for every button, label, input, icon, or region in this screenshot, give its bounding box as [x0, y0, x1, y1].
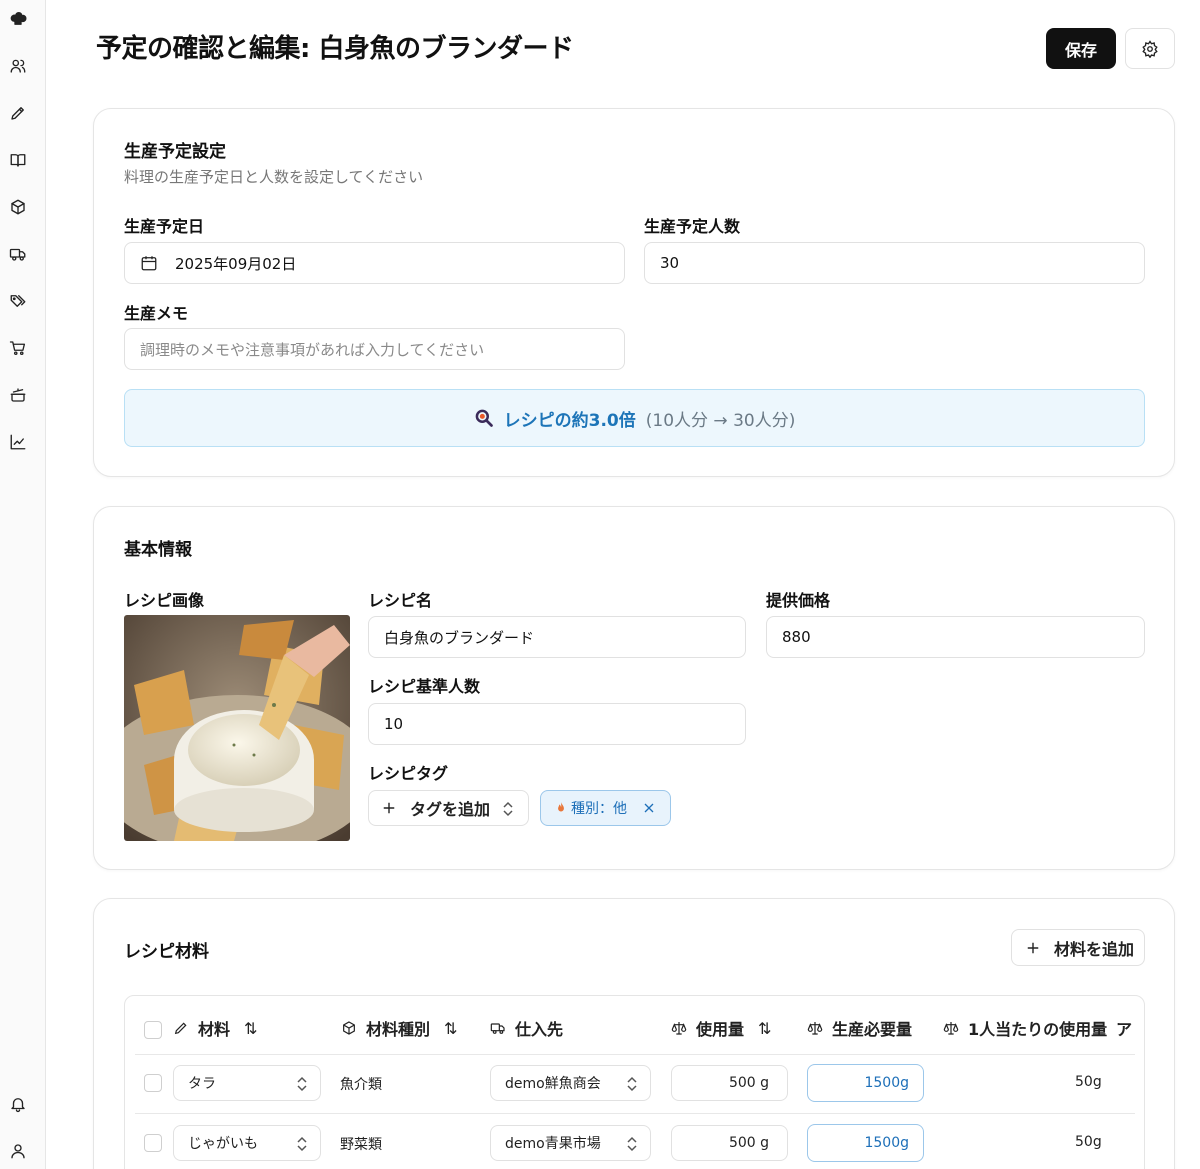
tags-icon[interactable]: [7, 290, 29, 312]
per-person-cell: 50g: [1075, 1074, 1102, 1090]
recipe-name-input[interactable]: 白身魚のブランダード: [368, 616, 746, 658]
chef-hat-icon[interactable]: [7, 8, 29, 30]
add-material-button[interactable]: 材料を追加: [1011, 929, 1145, 966]
row-checkbox[interactable]: [144, 1134, 162, 1152]
col-supplier[interactable]: 仕入先: [490, 1016, 563, 1040]
search-icon: [475, 409, 493, 427]
col-category[interactable]: 材料種別 ⇅: [341, 1016, 457, 1040]
base-people-input[interactable]: 10: [368, 703, 746, 745]
basic-card-title: 基本情報: [124, 540, 192, 560]
required-amount[interactable]: 1500g: [807, 1064, 924, 1102]
add-material-label: 材料を追加: [1054, 939, 1135, 959]
col-amount[interactable]: 使用量 ⇅: [671, 1016, 771, 1040]
people-input[interactable]: 30: [644, 242, 1145, 284]
truck-icon: [490, 1023, 505, 1034]
date-label: 生産予定日: [124, 217, 205, 236]
cart-icon[interactable]: [7, 337, 29, 359]
memo-placeholder: 調理時のメモや注意事項があれば入力してください: [140, 340, 485, 359]
required-amount[interactable]: 1500g: [807, 1124, 924, 1162]
scale-icon: [807, 1022, 823, 1035]
materials-card: レシピ材料 材料を追加 材料 ⇅ 材料種別 ⇅ 仕入先 使用量 ⇅ 生産必要量: [93, 898, 1175, 1169]
people-value: 30: [660, 254, 680, 272]
people-label: 生産予定人数: [644, 217, 741, 236]
add-tag-label: タグを追加: [410, 800, 491, 819]
bell-icon[interactable]: [7, 1093, 29, 1115]
scale-detail: (10人分 → 30人分): [645, 410, 796, 431]
name-label: レシピ名: [368, 591, 433, 610]
sort-icon[interactable]: ⇅: [758, 1019, 771, 1038]
price-input[interactable]: 880: [766, 616, 1145, 658]
memo-input[interactable]: 調理時のメモや注意事項があれば入力してください: [124, 328, 625, 370]
calendar-icon: [141, 256, 157, 271]
settings-button[interactable]: [1125, 28, 1175, 69]
category-cell: 魚介類: [340, 1077, 382, 1093]
materials-card-title: レシピ材料: [124, 942, 209, 962]
price-label: 提供価格: [766, 591, 831, 610]
chart-icon[interactable]: [7, 431, 29, 453]
base-people-label: レシピ基準人数: [368, 677, 481, 696]
materials-table: 材料 ⇅ 材料種別 ⇅ 仕入先 使用量 ⇅ 生産必要量 1人当たりの使用量 ア: [124, 995, 1145, 1169]
date-value: 2025年09月02日: [175, 254, 297, 273]
base-people-value: 10: [384, 715, 404, 733]
supplier-select[interactable]: demo鮮魚商会: [490, 1065, 651, 1101]
flame-icon: [558, 802, 564, 812]
book-icon[interactable]: [7, 149, 29, 171]
box-icon: [343, 1021, 355, 1035]
save-button[interactable]: 保存: [1046, 28, 1116, 69]
pot-icon[interactable]: [7, 384, 29, 406]
users-icon[interactable]: [7, 55, 29, 77]
gear-icon: [1142, 39, 1158, 58]
chevron-updown-icon: [627, 1136, 637, 1152]
tag-chip[interactable]: 種別：他: [540, 790, 671, 826]
amount-input[interactable]: 500 g: [671, 1065, 788, 1101]
col-truncated[interactable]: ア: [1116, 1016, 1132, 1040]
pen-icon[interactable]: [7, 102, 29, 124]
row-checkbox[interactable]: [144, 1074, 162, 1092]
row-divider: [135, 1054, 1135, 1055]
row-divider: [135, 1113, 1135, 1114]
col-per-person[interactable]: 1人当たりの使用量: [943, 1016, 1107, 1040]
tag-chip-label: 種別：他: [571, 801, 627, 817]
truck-icon[interactable]: [7, 243, 29, 265]
close-icon[interactable]: [643, 802, 655, 814]
col-required[interactable]: 生産必要量: [807, 1016, 912, 1040]
material-select[interactable]: じゃがいも: [173, 1125, 321, 1161]
recipe-name-value: 白身魚のブランダード: [384, 628, 535, 647]
chevron-updown-icon: [297, 1136, 307, 1152]
plus-icon: [383, 802, 395, 814]
page-title: 予定の確認と編集: 白身魚のブランダード: [96, 34, 574, 64]
sidebar: [0, 0, 46, 1169]
scale-icon: [943, 1022, 959, 1035]
plus-icon: [1027, 942, 1039, 953]
sort-icon[interactable]: ⇅: [244, 1019, 257, 1038]
category-cell: 野菜類: [340, 1137, 382, 1153]
image-label: レシピ画像: [124, 591, 205, 610]
recipe-image[interactable]: [124, 615, 350, 841]
user-icon[interactable]: [7, 1140, 29, 1162]
per-person-cell: 50g: [1075, 1134, 1102, 1150]
basic-info-card: 基本情報 レシピ画像 レシピ名 白身魚のブランダード 提供価格 880 レシピ基…: [93, 506, 1175, 870]
box-icon[interactable]: [7, 196, 29, 218]
scale-ratio: レシピの約3.0倍: [503, 410, 636, 431]
date-picker[interactable]: 2025年09月02日: [124, 242, 625, 284]
amount-input[interactable]: 500 g: [671, 1125, 788, 1161]
chevron-updown-icon: [627, 1076, 637, 1092]
material-select[interactable]: タラ: [173, 1065, 321, 1101]
scale-banner: レシピの約3.0倍 (10人分 → 30人分): [124, 389, 1145, 447]
select-all-checkbox[interactable]: [144, 1021, 162, 1039]
col-material[interactable]: 材料 ⇅: [173, 1016, 257, 1040]
memo-label: 生産メモ: [124, 304, 189, 323]
pen-icon: [174, 1022, 187, 1035]
supplier-select[interactable]: demo青果市場: [490, 1125, 651, 1161]
production-card-title: 生産予定設定: [124, 142, 226, 162]
scale-icon: [671, 1022, 687, 1035]
tags-label: レシピタグ: [368, 764, 449, 783]
production-card-subtitle: 料理の生産予定日と人数を設定してください: [124, 168, 424, 186]
sort-icon[interactable]: ⇅: [444, 1019, 457, 1038]
chevron-updown-icon: [503, 801, 513, 817]
add-tag-button[interactable]: タグを追加: [368, 790, 529, 826]
price-value: 880: [782, 628, 811, 646]
production-settings-card: 生産予定設定 料理の生産予定日と人数を設定してください 生産予定日 2025年0…: [93, 108, 1175, 477]
chevron-updown-icon: [297, 1076, 307, 1092]
